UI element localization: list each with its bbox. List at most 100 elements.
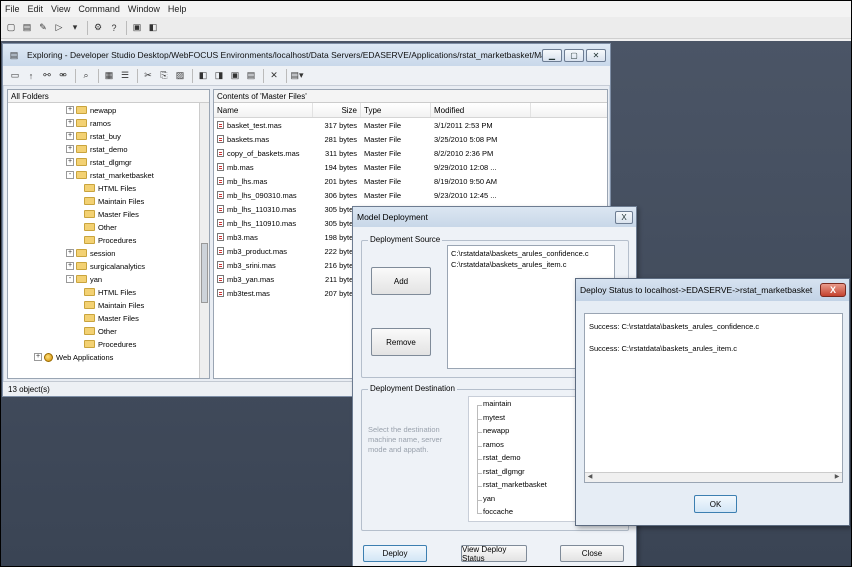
menu-file[interactable]: File [5,4,20,14]
run-dropdown-icon[interactable]: ▾ [68,21,82,35]
tree-node[interactable]: + ramos [66,117,111,129]
status-close-icon[interactable]: X [820,283,846,297]
expand-icon[interactable]: + [66,132,74,140]
column-header-size[interactable]: Size [313,103,361,117]
tree-node[interactable]: HTML Files [84,182,136,194]
connect-icon[interactable]: ⚯ [40,69,54,83]
deploy-close-icon[interactable]: X [615,210,633,224]
tree-node[interactable]: + newapp [66,104,116,116]
tree-node[interactable]: + rstat_demo [66,143,128,155]
expand-icon[interactable]: + [66,119,74,127]
source-item[interactable]: C:\rstatdata\baskets_arules_confidence.c [451,248,611,259]
status-horizontal-scrollbar[interactable]: ◀ ▶ [585,472,842,482]
expand-icon[interactable]: + [66,249,74,257]
destination-item[interactable]: ramos [483,440,504,452]
clipboard-icon[interactable]: ▤ [244,69,258,83]
close-dialog-button[interactable]: Close [560,545,624,562]
edit-icon[interactable]: ✎ [36,21,50,35]
destination-item[interactable]: rstat_dlgmgr [483,467,525,479]
scrollbar-thumb[interactable] [201,243,208,303]
tree-node[interactable]: Maintain Files [84,299,144,311]
close-button[interactable]: ✕ [586,48,606,62]
tree-node[interactable]: Other [84,221,117,233]
table-row[interactable]: mb_lhs_090310.mas 306 bytes Master File 9/2… [214,188,607,202]
column-header-name[interactable]: Name [214,103,313,117]
explorer-titlebar[interactable]: ▤ Exploring - Developer Studio Desktop/W… [3,44,610,66]
tree-node[interactable]: Master Files [84,208,139,220]
destination-item[interactable]: foccache [483,507,513,519]
cut-icon[interactable]: ✂ [141,69,155,83]
menu-help[interactable]: Help [168,4,187,14]
destination-item[interactable]: rstat_marketbasket [483,480,547,492]
folder-icon[interactable]: ▭ [8,69,22,83]
ok-button[interactable]: OK [694,495,737,513]
open-icon[interactable]: ▤ [20,21,34,35]
tree-scrollbar[interactable] [199,103,209,378]
scroll-right-icon[interactable]: ▶ [832,473,842,482]
expand-icon[interactable]: + [34,353,42,361]
list-view-icon[interactable]: ☰ [118,69,132,83]
maximize-button[interactable]: ▢ [564,48,584,62]
status-titlebar[interactable]: Deploy Status to localhost->EDASERVE->rs… [576,279,849,301]
destination-item[interactable]: mytest [483,413,505,425]
tree-node[interactable]: Maintain Files [84,195,144,207]
large-icons-icon[interactable]: ▦ [102,69,116,83]
expand-icon[interactable]: + [66,106,74,114]
run-icon[interactable]: ▷ [52,21,66,35]
tree-node[interactable]: Other [84,325,117,337]
window-icon[interactable]: ▣ [130,21,144,35]
destination-item[interactable]: maintain [483,399,511,411]
help-icon[interactable]: ? [107,21,121,35]
minimize-button[interactable]: ▁ [542,48,562,62]
expand-icon[interactable]: + [66,145,74,153]
copy-icon[interactable]: ⎘ [157,69,171,83]
menu-command[interactable]: Command [78,4,120,14]
views-menu-icon[interactable]: ▤▾ [290,69,304,83]
destination-item[interactable]: yan [483,494,495,506]
tree-node[interactable]: - rstat_marketbasket [66,169,154,181]
collapse-icon[interactable]: - [66,275,74,283]
menu-window[interactable]: Window [128,4,160,14]
table-row[interactable]: mb.mas 194 bytes Master File 9/29/2010 12:0… [214,160,607,174]
destination-item[interactable]: newapp [483,426,509,438]
menu-view[interactable]: View [51,4,70,14]
panel-icon[interactable]: ◧ [146,21,160,35]
delete-icon[interactable]: ✕ [267,69,281,83]
scroll-left-icon[interactable]: ◀ [585,473,595,482]
tree-node[interactable]: - yan [66,273,102,285]
new-icon[interactable]: ▢ [4,21,18,35]
deploy-titlebar[interactable]: Model Deployment X [353,207,636,227]
tree-node[interactable]: + session [66,247,115,259]
tree-node[interactable]: + surgicalanalytics [66,260,145,272]
view-deploy-status-button[interactable]: View Deploy Status [461,545,527,563]
source-item[interactable]: C:\rstatdata\baskets_arules_item.c [451,259,611,270]
tree-node[interactable]: Procedures [84,234,136,246]
tree-node[interactable]: Master Files [84,312,139,324]
tree-node[interactable]: + rstat_buy [66,130,121,142]
up-folder-icon[interactable]: ↑ [24,69,38,83]
paste-icon[interactable]: ▨ [173,69,187,83]
table-row[interactable]: copy_of_baskets.mas 311 bytes Master File 8… [214,146,607,160]
table-row[interactable]: basket_test.mas 317 bytes Master File 3/1/2… [214,118,607,132]
table-row[interactable]: mb_lhs.mas 201 bytes Master File 8/19/2010 … [214,174,607,188]
properties-icon[interactable]: ▣ [228,69,242,83]
column-header-modified[interactable]: Modified [431,103,531,117]
split-view-icon[interactable]: ◧ [196,69,210,83]
menu-edit[interactable]: Edit [28,4,44,14]
column-header-type[interactable]: Type [361,103,431,117]
expand-icon[interactable]: + [66,262,74,270]
tree-node[interactable]: Procedures [84,338,136,350]
expand-icon[interactable]: + [66,158,74,166]
tree-node[interactable]: + rstat_dlgmgr [66,156,132,168]
tree-node[interactable]: + Web Applications [34,351,113,363]
deploy-button[interactable]: Deploy [363,545,427,562]
tree-node[interactable]: HTML Files [84,286,136,298]
table-row[interactable]: baskets.mas 281 bytes Master File 3/25/2010… [214,132,607,146]
remove-button[interactable]: Remove [371,328,431,356]
destination-item[interactable]: rstat_demo [483,453,521,465]
disconnect-icon[interactable]: ⚮ [56,69,70,83]
collapse-icon[interactable]: - [66,171,74,179]
add-button[interactable]: Add [371,267,431,295]
window-view-icon[interactable]: ◨ [212,69,226,83]
tools-icon[interactable]: ⚙ [91,21,105,35]
